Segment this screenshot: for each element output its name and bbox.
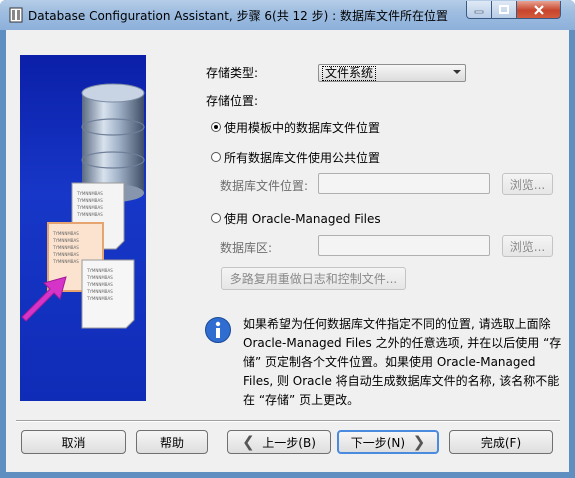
storage-type-dropdown[interactable]: 文件系统 [318,64,466,82]
info-message: 如果希望为任何数据库文件指定不同的位置, 请选取上面除 Oracle-Manag… [243,315,562,410]
db-file-location-input[interactable] [318,173,490,194]
option-omf-label[interactable]: 使用 Oracle-Managed Files [224,210,381,227]
svg-text:TYMNNMBAS: TYMNNMBAS [86,275,113,280]
svg-text:TYMNNMBAS: TYMNNMBAS [52,231,79,236]
chevron-right-icon: ❯ [412,433,426,451]
option-common-label[interactable]: 所有数据库文件使用公共位置 [224,149,380,166]
info-icon [205,317,231,343]
svg-text:TYMNNMBAS: TYMNNMBAS [86,282,113,287]
minimize-button[interactable] [466,1,492,19]
svg-text:TYMNNMBAS: TYMNNMBAS [86,289,113,294]
db-area-input[interactable] [318,235,490,256]
maximize-icon [499,5,509,14]
info-line: 储” 页定制各个文件位置。如果使用 Oracle-Managed [243,355,536,369]
info-line: Files, 则 Oracle 将自动生成数据库文件的名称, 该名称不能 [243,374,560,388]
storage-location-label: 存储位置: [206,94,259,108]
svg-text:TYMNNMBAS: TYMNNMBAS [76,205,103,210]
minimize-icon [474,10,484,13]
maximize-button[interactable] [492,1,517,19]
radio-common-location[interactable] [211,152,221,162]
chevron-down-icon [453,70,461,74]
info-line: 在 “存储” 页上更改。 [243,393,360,407]
document-stack-icon: TYMNNMBAS TYMNNMBAS TYMNNMBAS TYMNNMBAS TYM… [47,182,135,329]
storage-type-value: 文件系统 [322,66,377,81]
svg-text:TYMNNMBAS: TYMNNMBAS [86,268,113,273]
db-file-location-label: 数据库文件位置: [220,179,309,193]
window-title: Database Configuration Assistant, 步骤 6(共… [28,9,448,23]
database-documents-illustration: TYMNNMBAS TYMNNMBAS TYMNNMBAS TYMNNMBAS TYM… [21,83,145,329]
svg-text:TYMNNMBAS: TYMNNMBAS [76,191,103,196]
close-button[interactable] [517,1,561,19]
back-button[interactable]: ❮ 上一步(B) [227,430,331,454]
dbca-window: Database Configuration Assistant, 步骤 6(共… [0,0,575,478]
svg-text:TYMNNMBAS: TYMNNMBAS [52,259,79,264]
svg-text:TYMNNMBAS: TYMNNMBAS [76,212,103,217]
browse-db-area-button[interactable]: 浏览... [502,235,553,257]
close-icon [533,4,544,15]
title-bar[interactable]: Database Configuration Assistant, 步骤 6(共… [0,0,575,30]
help-button[interactable]: 帮助 [136,430,208,454]
multiplex-redo-logs-button[interactable]: 多路复用重做日志和控制文件... [221,267,406,290]
divider [16,420,560,422]
radio-oracle-managed-files[interactable] [211,213,221,223]
pointer-arrow-icon [21,276,67,322]
finish-button[interactable]: 完成(F) [449,430,553,454]
cancel-button[interactable]: 取消 [21,430,126,454]
info-line: 如果希望为任何数据库文件指定不同的位置, 请选取上面除 [243,317,551,331]
next-button-label: 下一步(N) [350,435,406,450]
chevron-left-icon: ❮ [242,433,255,451]
info-line: Oracle-Managed Files 之外的任意选项, 并在以后使用 “存 [243,336,562,350]
back-button-label: 上一步(B) [262,435,316,450]
svg-text:TYMNNMBAS: TYMNNMBAS [76,198,103,203]
next-button[interactable]: 下一步(N) ❯ [337,430,439,454]
svg-text:TYMNNMBAS: TYMNNMBAS [52,245,79,250]
radio-template-location[interactable] [211,122,221,132]
browse-db-file-location-button[interactable]: 浏览... [502,173,553,195]
db-area-label: 数据库区: [220,241,273,255]
app-icon [9,7,23,23]
wizard-content: TYMNNMBAS TYMNNMBAS TYMNNMBAS TYMNNMBAS TYM… [6,30,569,472]
storage-type-label: 存储类型: [206,66,259,80]
wizard-illustration: TYMNNMBAS TYMNNMBAS TYMNNMBAS TYMNNMBAS TYM… [20,55,146,401]
svg-text:TYMNNMBAS: TYMNNMBAS [52,252,79,257]
svg-text:TYMNNMBAS: TYMNNMBAS [52,238,79,243]
svg-text:TYMNNMBAS: TYMNNMBAS [86,296,113,301]
option-template-label[interactable]: 使用模板中的数据库文件位置 [224,119,380,136]
